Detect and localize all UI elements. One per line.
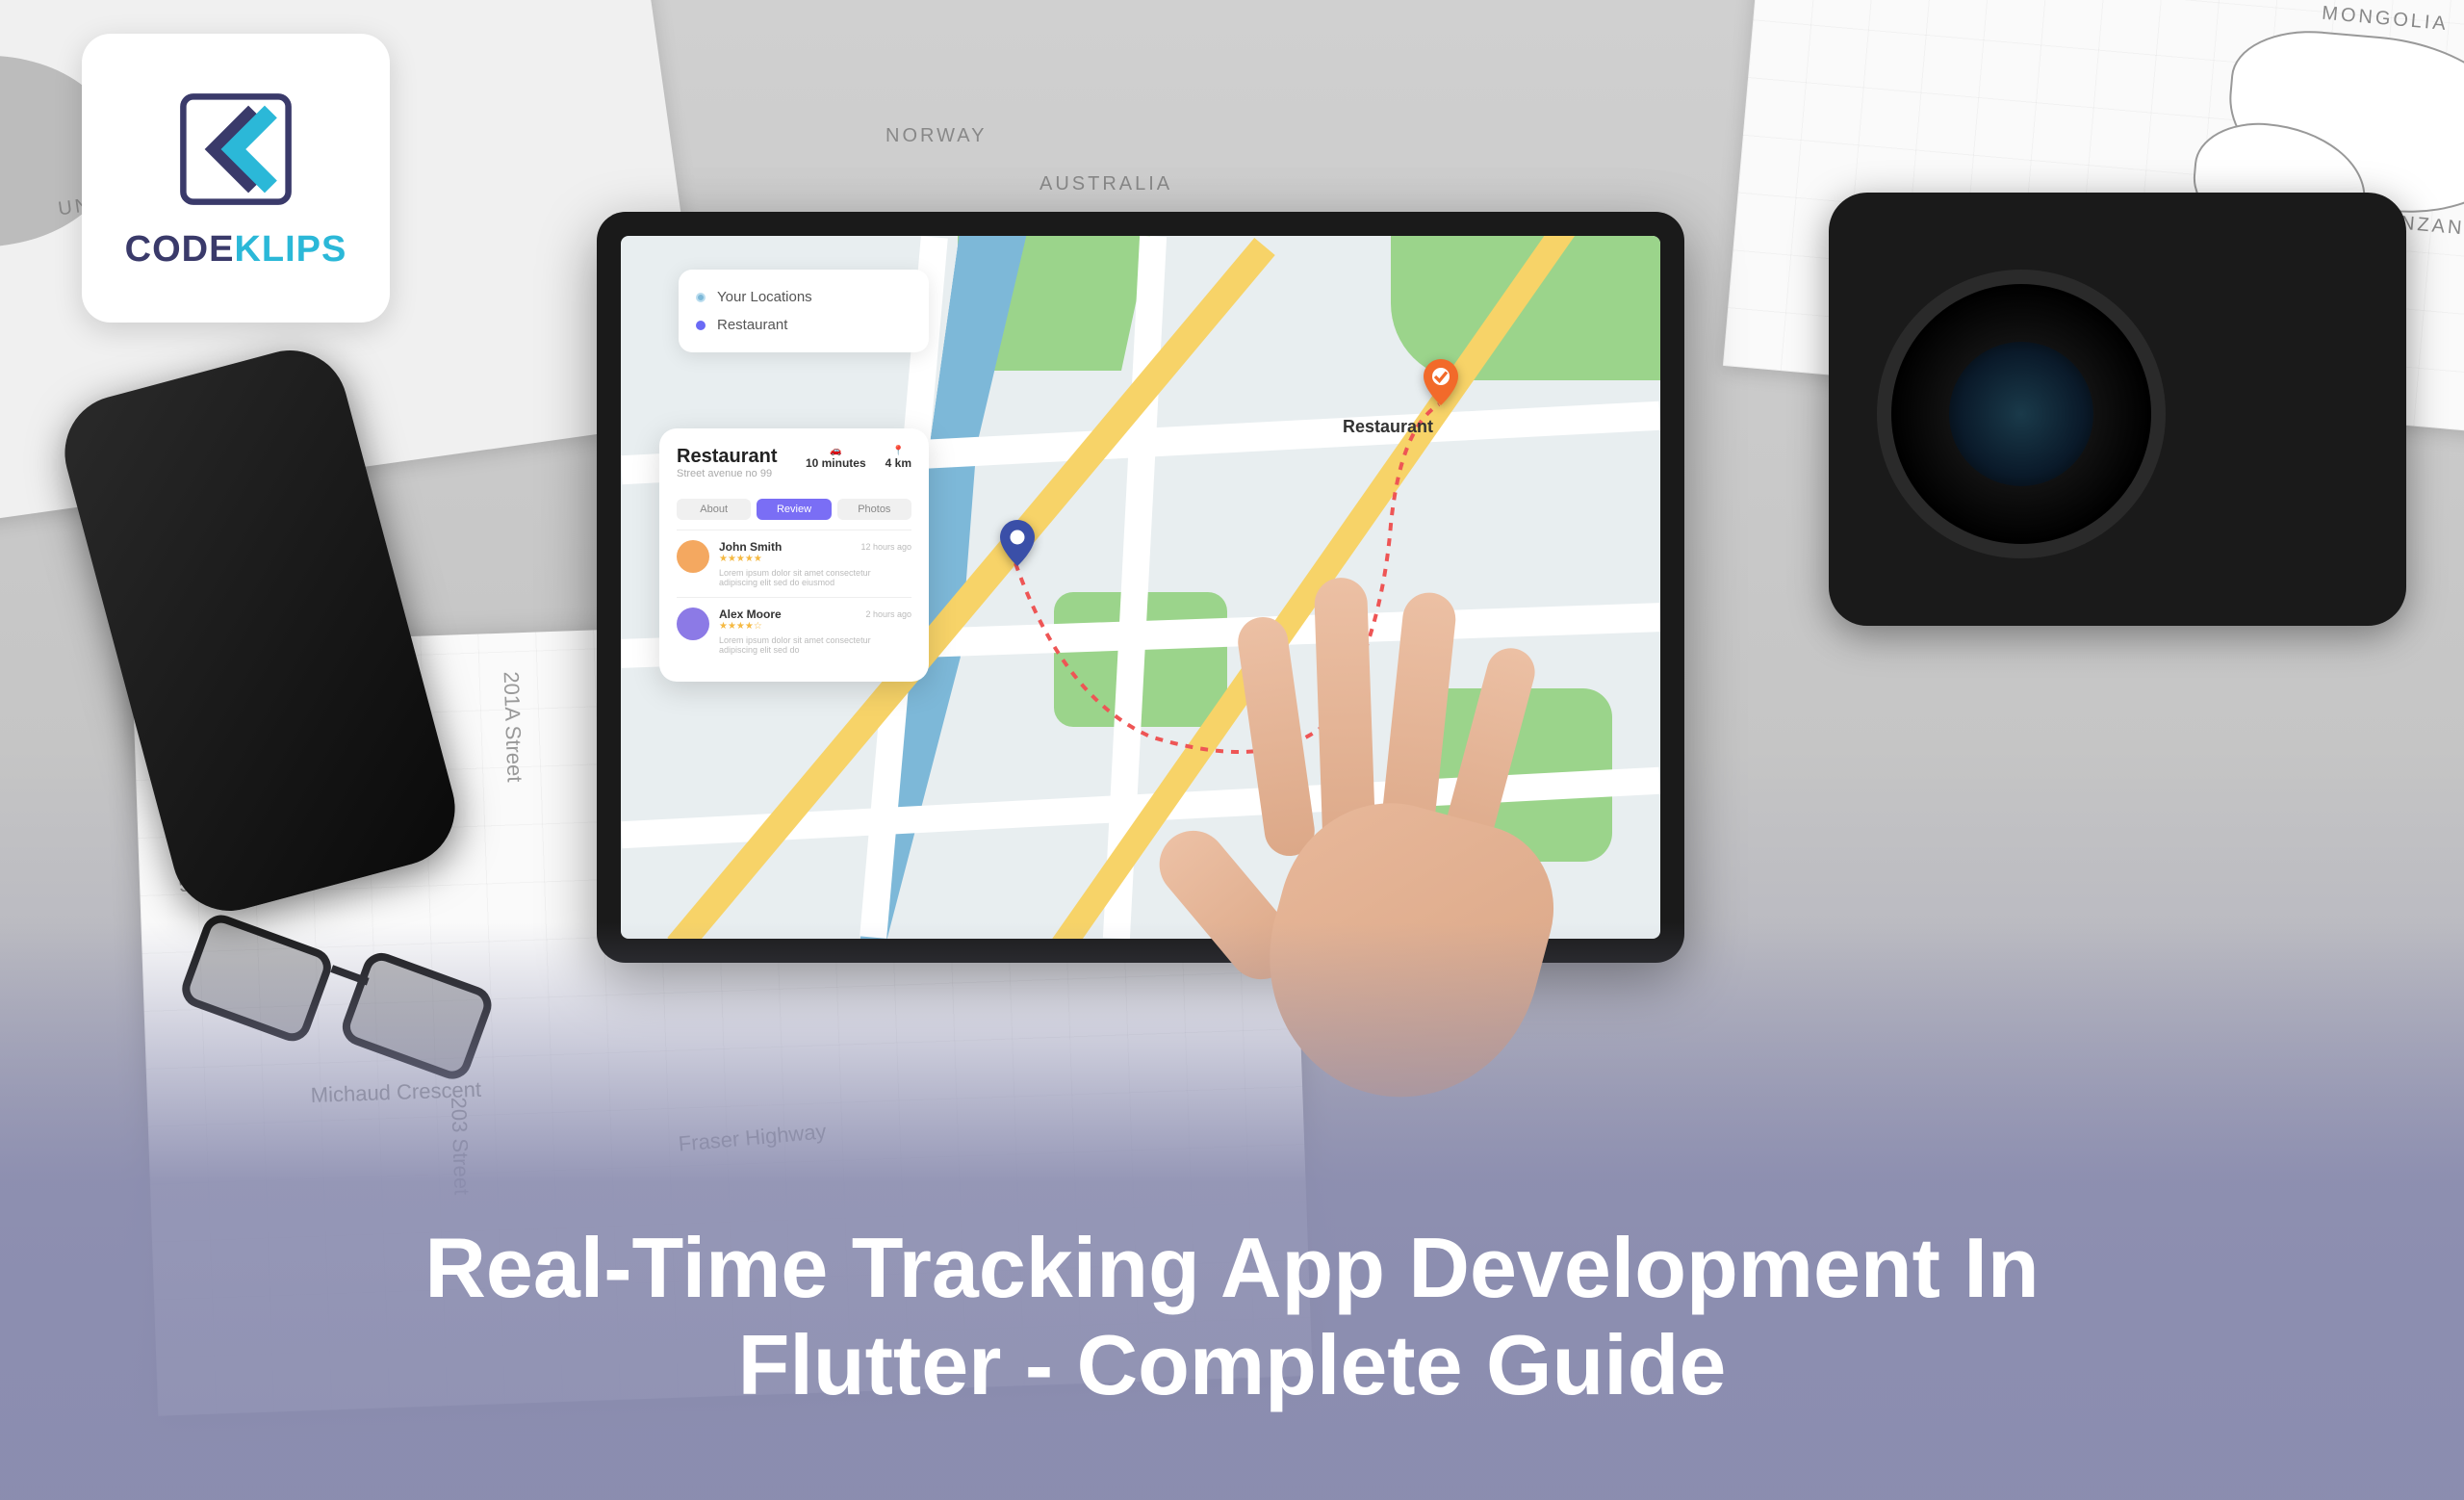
- review-author: Alex Moore: [719, 608, 782, 621]
- gradient-overlay: [0, 922, 2464, 1500]
- tab-photos[interactable]: Photos: [837, 499, 911, 520]
- tablet-device: Restaurant Your Locations Restaurant Res…: [597, 212, 1684, 963]
- tab-review[interactable]: Review: [757, 499, 831, 520]
- brand-wordmark: CODEKLIPS: [125, 229, 347, 271]
- map-legend-card: Your Locations Restaurant: [679, 270, 929, 352]
- brand-logo-badge: CODEKLIPS: [82, 34, 390, 323]
- review-text: Lorem ipsum dolor sit amet consectetur a…: [719, 635, 911, 655]
- dot-icon: [696, 293, 706, 302]
- place-detail-card: Restaurant Street avenue no 99 🚗 10 minu…: [659, 428, 929, 682]
- review-author: John Smith: [719, 540, 782, 554]
- dot-icon: [696, 321, 706, 330]
- legend-label: Your Locations: [717, 289, 812, 305]
- map-label: AUSTRALIA: [1040, 173, 1172, 195]
- brand-name-part2: KLIPS: [234, 229, 346, 270]
- pin-destination-label: Restaurant: [1343, 417, 1433, 437]
- hero-line-2: Flutter - Complete Guide: [738, 1317, 1727, 1412]
- camera-prop: [1829, 193, 2406, 626]
- tab-about[interactable]: About: [677, 499, 751, 520]
- avatar: [677, 608, 709, 640]
- metric-time: 10 minutes: [806, 456, 866, 470]
- car-icon: 🚗: [806, 446, 866, 456]
- legend-row-dest: Restaurant: [696, 311, 911, 339]
- location-icon: 📍: [886, 446, 911, 456]
- review-item: Alex Moore 2 hours ago ★★★★☆ Lorem ipsum…: [677, 597, 911, 664]
- brand-logo-icon: [173, 87, 298, 212]
- place-subtitle: Street avenue no 99: [677, 468, 777, 479]
- pin-user-location[interactable]: [994, 520, 1040, 566]
- pin-destination[interactable]: [1418, 359, 1464, 405]
- legend-row-user: Your Locations: [696, 283, 911, 311]
- review-item: John Smith 12 hours ago ★★★★★ Lorem ipsu…: [677, 530, 911, 597]
- detail-tabs: About Review Photos: [677, 499, 911, 520]
- review-text: Lorem ipsum dolor sit amet consectetur a…: [719, 568, 911, 587]
- hero-scene: ICELAND UNITED STATES MONGOLIA TANZANIA …: [0, 0, 2464, 1500]
- legend-label: Restaurant: [717, 317, 787, 333]
- street-label: 201A Street: [499, 671, 527, 783]
- metric-distance: 4 km: [886, 456, 911, 470]
- star-rating-icon: ★★★★★: [719, 554, 911, 564]
- place-metrics: 🚗 10 minutes 📍 4 km: [806, 446, 911, 470]
- map-label: NORWAY: [886, 125, 987, 147]
- review-time: 12 hours ago: [860, 542, 911, 552]
- avatar: [677, 540, 709, 573]
- hero-headline: Real-Time Tracking App Development In Fl…: [0, 1219, 2464, 1413]
- review-time: 2 hours ago: [865, 609, 911, 619]
- hero-line-1: Real-Time Tracking App Development In: [424, 1220, 2039, 1315]
- place-title: Restaurant: [677, 446, 777, 468]
- brand-name-part1: CODE: [125, 229, 235, 270]
- tablet-screen[interactable]: Restaurant Your Locations Restaurant Res…: [621, 236, 1660, 939]
- star-rating-icon: ★★★★☆: [719, 621, 911, 632]
